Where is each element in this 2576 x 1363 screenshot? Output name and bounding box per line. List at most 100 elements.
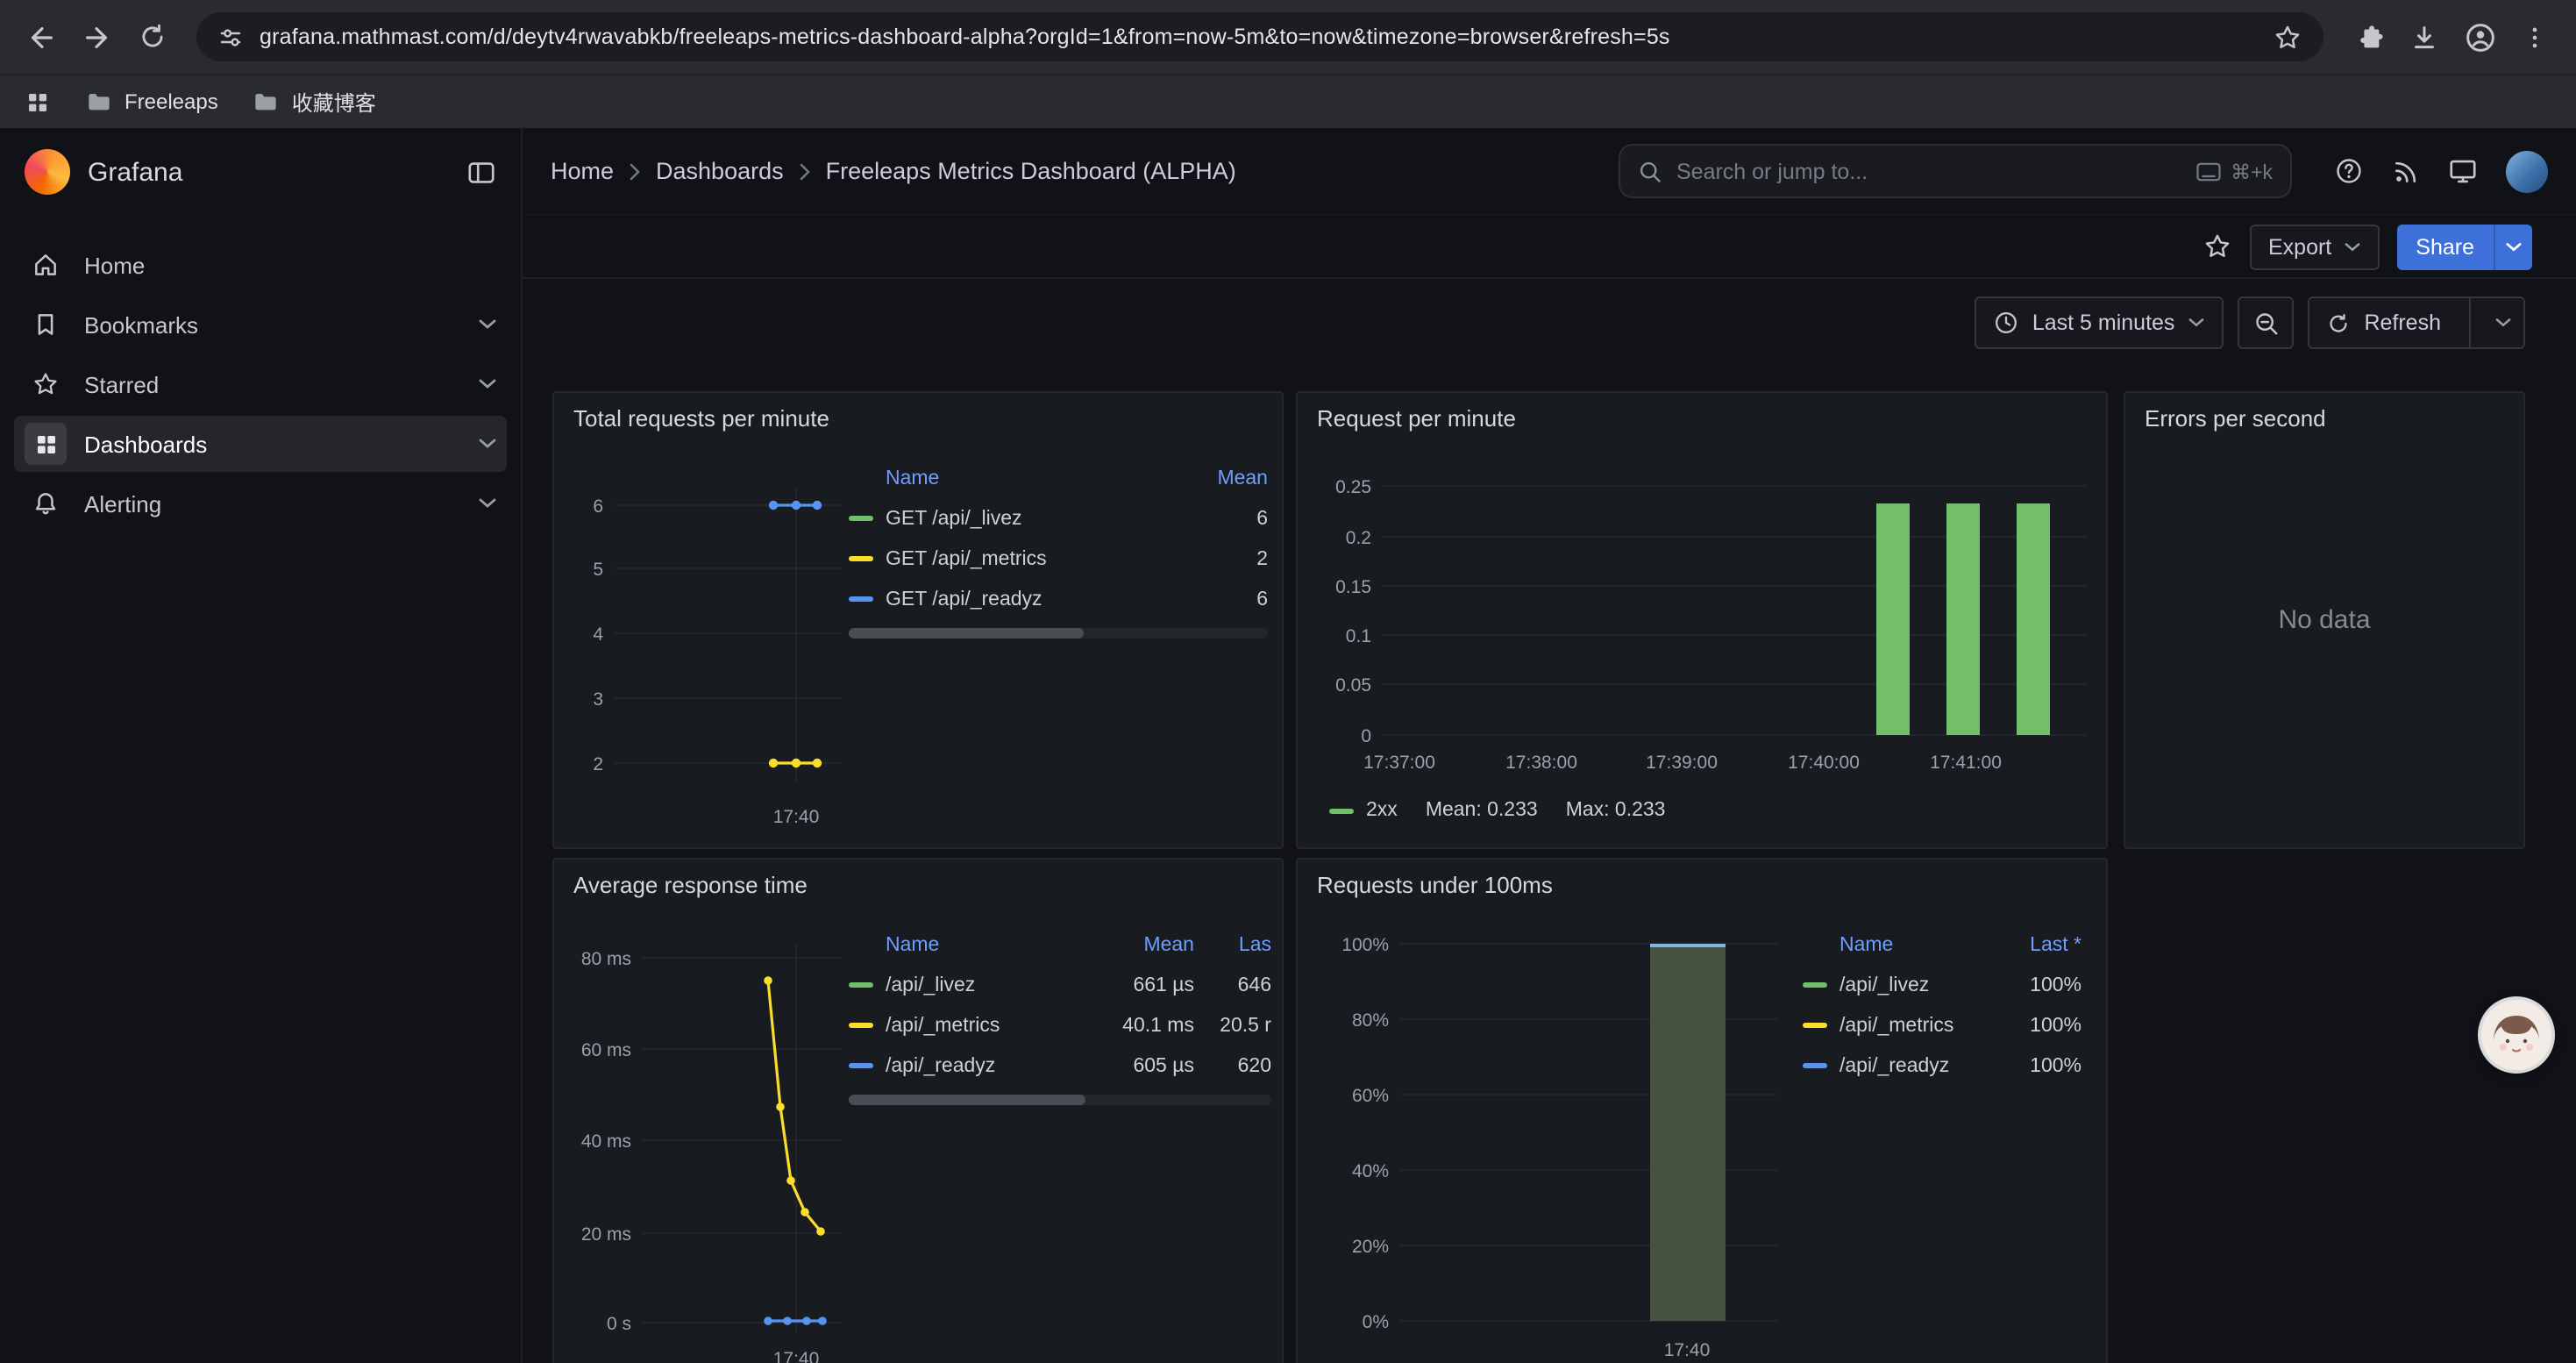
legend-row[interactable]: /api/_metrics 100% — [1803, 1005, 2081, 1045]
bookmark-star-icon[interactable] — [2273, 22, 2302, 52]
legend-row[interactable]: /api/_metrics 40.1 ms 20.5 r — [849, 1005, 1271, 1045]
legend-series[interactable]: 2xx — [1329, 800, 1398, 821]
time-range-picker[interactable]: Last 5 minutes — [1975, 296, 2224, 349]
share-button-group: Share — [2396, 224, 2532, 269]
forward-button[interactable] — [70, 11, 123, 63]
panel-title[interactable]: Request per minute — [1317, 405, 1516, 432]
sidebar-item-label: Dashboards — [84, 431, 207, 457]
export-button[interactable]: Export — [2249, 224, 2379, 269]
legend-col-mean[interactable]: Mean — [1191, 468, 1268, 489]
svg-text:0 s: 0 s — [607, 1314, 631, 1334]
svg-text:100%: 100% — [1341, 935, 1389, 955]
series-swatch — [849, 1063, 873, 1068]
svg-text:5: 5 — [593, 560, 603, 580]
bookmark-folder-blogs[interactable]: 收藏博客 — [253, 87, 376, 117]
no-data-message: No data — [2125, 393, 2523, 847]
svg-text:0: 0 — [1361, 726, 1371, 746]
legend-col-mean[interactable]: Mean — [1096, 935, 1194, 956]
legend-table: Name Mean Las /api/_livez 661 µs 646 /ap… — [849, 926, 1271, 1105]
url-text[interactable]: grafana.mathmast.com/d/deytv4rwavabkb/fr… — [260, 25, 2257, 49]
zoom-out-button[interactable] — [2238, 296, 2294, 349]
browser-actions — [2341, 20, 2562, 54]
sidebar-item-home[interactable]: Home — [14, 237, 507, 293]
sidebar-item-dashboards[interactable]: Dashboards — [14, 416, 507, 472]
legend-mean: Mean: 0.233 — [1426, 800, 1538, 821]
legend-col-name[interactable]: Name — [1803, 935, 1997, 956]
scrollbar-thumb[interactable] — [849, 1095, 1085, 1105]
extensions-icon[interactable] — [2355, 22, 2385, 52]
rss-icon[interactable] — [2392, 157, 2420, 185]
user-avatar[interactable] — [2506, 150, 2548, 192]
panel-errors-per-second[interactable]: Errors per second No data — [2124, 391, 2525, 849]
browser-menu-icon[interactable] — [2522, 24, 2548, 50]
help-icon[interactable] — [2334, 156, 2364, 186]
sidebar-item-starred[interactable]: Starred — [14, 356, 507, 412]
legend-row[interactable]: /api/_readyz 605 µs 620 — [849, 1045, 1271, 1086]
folder-icon — [86, 89, 112, 115]
sidebar-header: Grafana — [0, 128, 521, 216]
download-icon[interactable] — [2409, 22, 2439, 52]
apps-grid-icon[interactable] — [25, 89, 51, 115]
panel-request-per-minute[interactable]: Request per minute 0.25 0.2 0.15 0.1 0.0… — [1296, 391, 2108, 849]
forward-icon — [82, 22, 111, 52]
profile-icon[interactable] — [2464, 20, 2497, 54]
assistant-avatar[interactable] — [2481, 1000, 2551, 1070]
panel-title[interactable]: Requests under 100ms — [1317, 872, 1553, 898]
legend-col-name[interactable]: Name — [849, 935, 1096, 956]
legend-col-last[interactable]: Last * — [1997, 935, 2081, 956]
legend-row[interactable]: GET /api/_readyz 6 — [849, 579, 1268, 619]
legend-row[interactable]: GET /api/_livez 6 — [849, 498, 1268, 539]
share-button[interactable]: Share — [2396, 224, 2494, 269]
back-button[interactable] — [14, 11, 67, 63]
legend-row[interactable]: /api/_readyz 100% — [1803, 1045, 2081, 1086]
svg-text:0.15: 0.15 — [1335, 577, 1371, 597]
panel-title[interactable]: Total requests per minute — [573, 405, 829, 432]
monitor-icon[interactable] — [2448, 156, 2478, 186]
dock-sidebar-icon[interactable] — [466, 157, 496, 187]
legend-col-name[interactable]: Name — [849, 468, 1191, 489]
grafana-app: Grafana Home Bookmarks Starred — [0, 128, 2576, 1363]
sidebar-item-bookmarks[interactable]: Bookmarks — [14, 296, 507, 353]
keyboard-icon — [2195, 161, 2222, 182]
dashboard-actions: Export Share — [523, 216, 2576, 279]
chevron-down-icon — [2344, 241, 2359, 252]
legend-scrollbar[interactable] — [849, 628, 1268, 639]
legend-row[interactable]: /api/_livez 661 µs 646 — [849, 965, 1271, 1005]
breadcrumb-home[interactable]: Home — [551, 158, 614, 184]
svg-text:0%: 0% — [1363, 1312, 1389, 1332]
chevron-down-icon[interactable] — [479, 439, 496, 449]
series-swatch — [1803, 1023, 1827, 1028]
search-shortcut: ⌘+k — [2195, 159, 2273, 183]
legend-row[interactable]: GET /api/_metrics 2 — [849, 539, 1268, 579]
bookmark-folder-freeleaps[interactable]: Freeleaps — [86, 89, 218, 115]
site-info-icon[interactable] — [217, 24, 244, 50]
svg-text:20 ms: 20 ms — [581, 1224, 631, 1245]
refresh-icon — [2327, 311, 2350, 334]
legend-scrollbar[interactable] — [849, 1095, 1271, 1105]
sidebar-item-label: Bookmarks — [84, 311, 198, 338]
legend-row[interactable]: /api/_livez 100% — [1803, 965, 2081, 1005]
panel-total-requests[interactable]: Total requests per minute 6 5 4 3 2 17: — [552, 391, 1284, 849]
legend-col-last[interactable]: Las — [1194, 935, 1271, 956]
address-bar[interactable]: grafana.mathmast.com/d/deytv4rwavabkb/fr… — [196, 12, 2323, 61]
panel-title[interactable]: Average response time — [573, 872, 808, 898]
sidebar-item-alerting[interactable]: Alerting — [14, 475, 507, 532]
share-menu-button[interactable] — [2494, 224, 2532, 269]
search-bar[interactable]: ⌘+k — [1619, 144, 2292, 198]
chevron-down-icon[interactable] — [479, 498, 496, 509]
zoom-out-icon — [2252, 310, 2279, 336]
refresh-button[interactable]: Refresh — [2309, 298, 2459, 347]
scrollbar-thumb[interactable] — [849, 628, 1084, 639]
chevron-down-icon[interactable] — [479, 319, 496, 330]
reload-button[interactable] — [126, 11, 179, 63]
folder-icon — [253, 89, 280, 115]
search-input[interactable] — [1676, 159, 2181, 183]
panel-requests-under-100ms[interactable]: Requests under 100ms 100% 80% 60% 40% 20… — [1296, 858, 2108, 1363]
chevron-down-icon[interactable] — [479, 379, 496, 389]
breadcrumb-dashboards[interactable]: Dashboards — [656, 158, 784, 184]
refresh-interval-button[interactable] — [2481, 298, 2523, 347]
panel-average-response-time[interactable]: Average response time 80 ms 60 ms 40 ms … — [552, 858, 1284, 1363]
grafana-logo[interactable] — [25, 149, 70, 195]
favorite-star-icon[interactable] — [2202, 232, 2231, 261]
chevron-down-icon — [2188, 318, 2204, 328]
